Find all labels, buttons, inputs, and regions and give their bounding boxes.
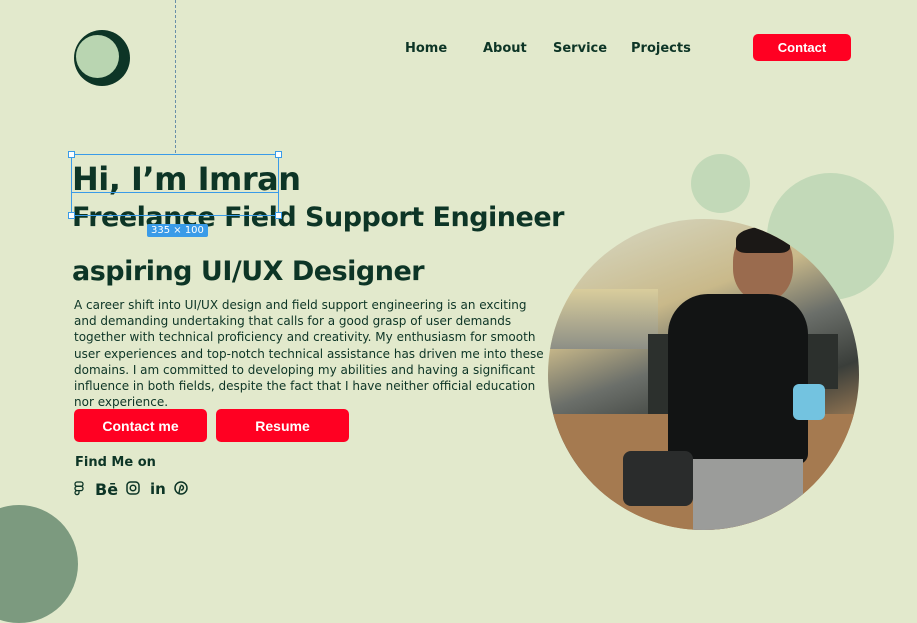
behance-icon[interactable]: Bē (95, 480, 118, 499)
decor-circle-corner (0, 505, 78, 623)
selection-box[interactable] (71, 154, 279, 216)
resize-handle-br[interactable] (275, 212, 282, 219)
pinterest-icon[interactable] (174, 481, 188, 499)
hero-title-line2: aspiring UI/UX Designer (72, 256, 425, 287)
resume-button[interactable]: Resume (216, 409, 349, 442)
nav-service[interactable]: Service (553, 41, 607, 56)
linkedin-icon[interactable]: in (150, 480, 166, 498)
nav-about[interactable]: About (483, 41, 527, 56)
resize-handle-tr[interactable] (275, 151, 282, 158)
instagram-icon[interactable] (126, 481, 140, 499)
guide-line-vertical (175, 0, 176, 153)
nav-home[interactable]: Home (405, 41, 447, 56)
selection-midline (71, 192, 279, 193)
decor-circle-small (691, 154, 750, 213)
hero-description: A career shift into UI/UX design and fie… (74, 298, 544, 410)
size-badge: 335 × 100 (147, 224, 208, 237)
nav-contact-button[interactable]: Contact (753, 34, 851, 61)
resize-handle-bl[interactable] (68, 212, 75, 219)
profile-photo (548, 219, 859, 530)
contact-me-button[interactable]: Contact me (74, 409, 207, 442)
find-me-heading: Find Me on (75, 455, 156, 470)
resize-handle-tl[interactable] (68, 151, 75, 158)
figma-icon[interactable] (74, 481, 84, 500)
nav-projects[interactable]: Projects (631, 41, 691, 56)
logo[interactable] (74, 30, 130, 86)
